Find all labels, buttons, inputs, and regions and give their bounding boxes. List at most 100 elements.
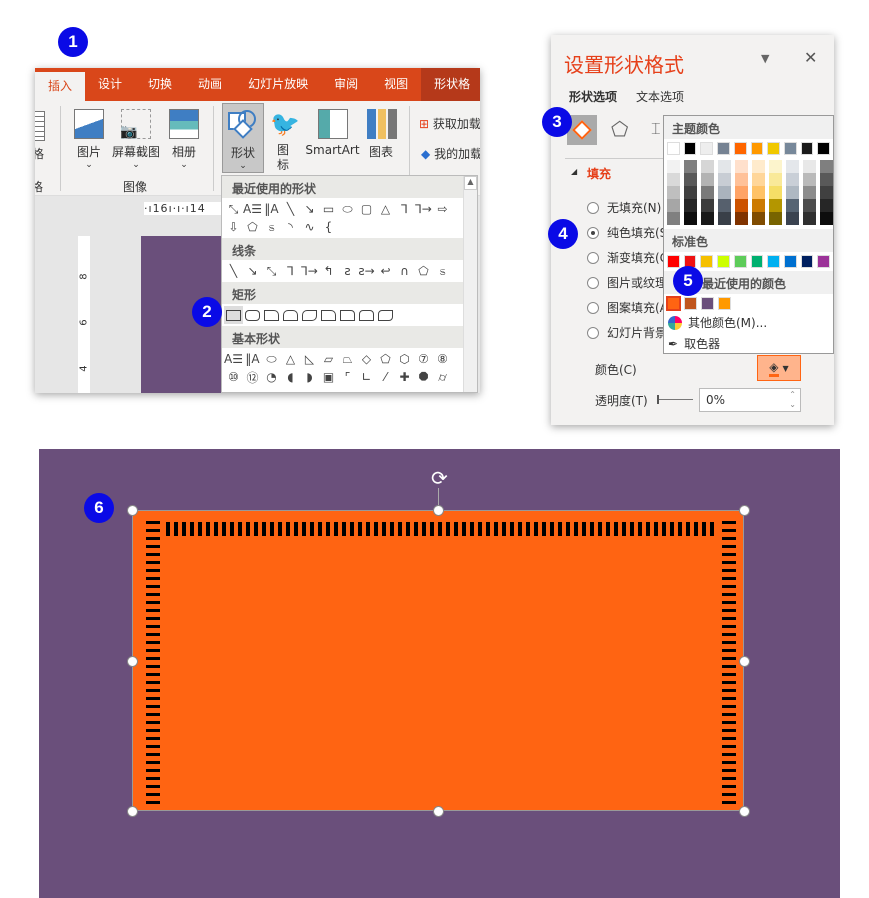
recent-color-swatch[interactable]	[718, 297, 731, 310]
slider-thumb[interactable]	[657, 395, 659, 404]
theme-shade-swatch[interactable]	[786, 186, 799, 199]
shape-item[interactable]: ◇	[357, 350, 376, 368]
transparency-slider[interactable]	[657, 395, 693, 404]
radio-no-fill[interactable]: 无填充(N)	[587, 199, 661, 216]
shape-item[interactable]: ↰	[319, 262, 338, 280]
shape-item[interactable]: ⅂→	[300, 262, 319, 280]
shape-item[interactable]: ⇨	[433, 200, 452, 218]
tab-shape-options[interactable]: 形状选项	[569, 88, 617, 105]
shape-item[interactable]: ▢	[357, 200, 376, 218]
shape-item[interactable]: ↘	[300, 200, 319, 218]
resize-handle-n[interactable]	[433, 505, 444, 516]
shape-item[interactable]: ◗	[300, 368, 319, 386]
effects-pentagon-icon[interactable]: ⬠	[611, 117, 628, 141]
screenshot-button[interactable]: 📷 屏幕截图 ⌄	[112, 109, 160, 170]
shape-item[interactable]: ⬠	[243, 218, 262, 236]
theme-shade-swatch[interactable]	[803, 173, 816, 186]
transparency-input[interactable]: 0% ⌃ ⌄	[699, 388, 801, 412]
theme-shade-swatch[interactable]	[718, 186, 731, 199]
size-properties-icon[interactable]: ⌶	[651, 119, 661, 139]
theme-color-swatch[interactable]	[667, 142, 680, 155]
theme-shade-swatch[interactable]	[718, 212, 731, 225]
theme-shade-swatch[interactable]	[735, 199, 748, 212]
theme-shade-swatch[interactable]	[701, 160, 714, 173]
theme-shade-swatch[interactable]	[820, 212, 833, 225]
theme-shade-swatch[interactable]	[684, 186, 697, 199]
scroll-up-arrow-icon[interactable]: ▲	[464, 176, 477, 190]
shape-item[interactable]: {	[319, 218, 338, 236]
shape-item[interactable]: ಽ	[433, 262, 452, 280]
picture-button[interactable]: 图片 ⌄	[73, 109, 105, 170]
shape-item[interactable]: ✚	[395, 368, 414, 386]
standard-color-swatch[interactable]	[817, 255, 831, 268]
tab-review[interactable]: 审阅	[321, 68, 371, 101]
theme-shade-swatch[interactable]	[769, 199, 782, 212]
eyedropper-item[interactable]: ✒ 取色器	[664, 332, 833, 355]
round-diagonal-rectangle-shape[interactable]	[376, 306, 395, 324]
theme-shade-swatch[interactable]	[701, 186, 714, 199]
snip-diagonal-rectangle-shape[interactable]	[300, 306, 319, 324]
theme-color-swatch[interactable]	[767, 142, 780, 155]
shape-item[interactable]: ⌜	[338, 368, 357, 386]
theme-shade-swatch[interactable]	[752, 199, 765, 212]
orange-rectangle-shape[interactable]	[132, 510, 744, 811]
shape-item[interactable]: ◖	[281, 368, 300, 386]
theme-shade-swatch[interactable]	[820, 160, 833, 173]
shape-item[interactable]: ◺	[300, 350, 319, 368]
shape-item[interactable]: ⬭	[262, 350, 281, 368]
recent-color-swatch[interactable]	[684, 297, 697, 310]
snip-corner-rectangle-shape[interactable]	[262, 306, 281, 324]
radio-gradient-fill[interactable]: 渐变填充(G)	[587, 249, 674, 266]
theme-shade-swatch[interactable]	[820, 199, 833, 212]
recent-color-swatch[interactable]	[666, 296, 681, 311]
theme-shade-swatch[interactable]	[820, 173, 833, 186]
more-colors-item[interactable]: 其他颜色(M)...	[664, 313, 833, 332]
get-addins-button[interactable]: ⊞ 获取加载	[419, 115, 480, 132]
resize-handle-w[interactable]	[127, 656, 138, 667]
standard-color-swatch[interactable]	[700, 255, 714, 268]
dropdown-scrollbar[interactable]: ▲	[463, 176, 477, 392]
shape-item[interactable]: ⯃	[414, 368, 433, 386]
shape-item[interactable]: ⌭	[433, 368, 452, 386]
theme-shade-swatch[interactable]	[752, 160, 765, 173]
icons-button[interactable]: 🐦 图标	[270, 109, 300, 173]
theme-color-swatch[interactable]	[717, 142, 730, 155]
theme-shade-swatch[interactable]	[803, 160, 816, 173]
theme-shade-swatch[interactable]	[786, 199, 799, 212]
theme-shade-swatch[interactable]	[701, 212, 714, 225]
theme-shade-swatch[interactable]	[718, 199, 731, 212]
round-corner-rectangle-shape[interactable]	[338, 306, 357, 324]
tab-view[interactable]: 视图	[371, 68, 421, 101]
resize-handle-nw[interactable]	[127, 505, 138, 516]
theme-shade-swatch[interactable]	[684, 212, 697, 225]
shape-item[interactable]: ↘	[243, 262, 262, 280]
theme-shade-swatch[interactable]	[803, 186, 816, 199]
tab-slideshow[interactable]: 幻灯片放映	[235, 68, 321, 101]
close-icon[interactable]: ✕	[804, 48, 817, 67]
radio-solid-fill[interactable]: 纯色填充(S)	[587, 224, 672, 241]
theme-shade-swatch[interactable]	[786, 160, 799, 173]
shape-item[interactable]: A☰	[224, 350, 243, 368]
theme-color-swatch[interactable]	[733, 142, 747, 155]
theme-shade-swatch[interactable]	[769, 212, 782, 225]
theme-shade-swatch[interactable]	[752, 173, 765, 186]
theme-shade-swatch[interactable]	[684, 173, 697, 186]
standard-color-swatch[interactable]	[767, 255, 780, 268]
collapse-triangle-icon[interactable]: ◢	[571, 167, 577, 176]
theme-color-swatch[interactable]	[750, 142, 764, 155]
radio-pattern-fill[interactable]: 图案填充(A)	[587, 299, 673, 316]
shape-item[interactable]: ╲	[281, 200, 300, 218]
shape-item[interactable]: ⅂	[395, 200, 414, 218]
pane-menu-chevron-icon[interactable]: ▼	[761, 52, 769, 65]
shape-item[interactable]: ◔	[262, 368, 281, 386]
theme-shade-swatch[interactable]	[752, 186, 765, 199]
resize-handle-sw[interactable]	[127, 806, 138, 817]
theme-shade-swatch[interactable]	[735, 186, 748, 199]
shape-item[interactable]: ∟	[357, 368, 376, 386]
theme-shade-swatch[interactable]	[684, 199, 697, 212]
smartart-button[interactable]: SmartArt	[305, 109, 360, 157]
shape-item[interactable]: ⑫	[243, 368, 262, 386]
theme-shade-swatch[interactable]	[820, 186, 833, 199]
standard-color-swatch[interactable]	[667, 255, 680, 268]
theme-shade-swatch[interactable]	[667, 173, 680, 186]
